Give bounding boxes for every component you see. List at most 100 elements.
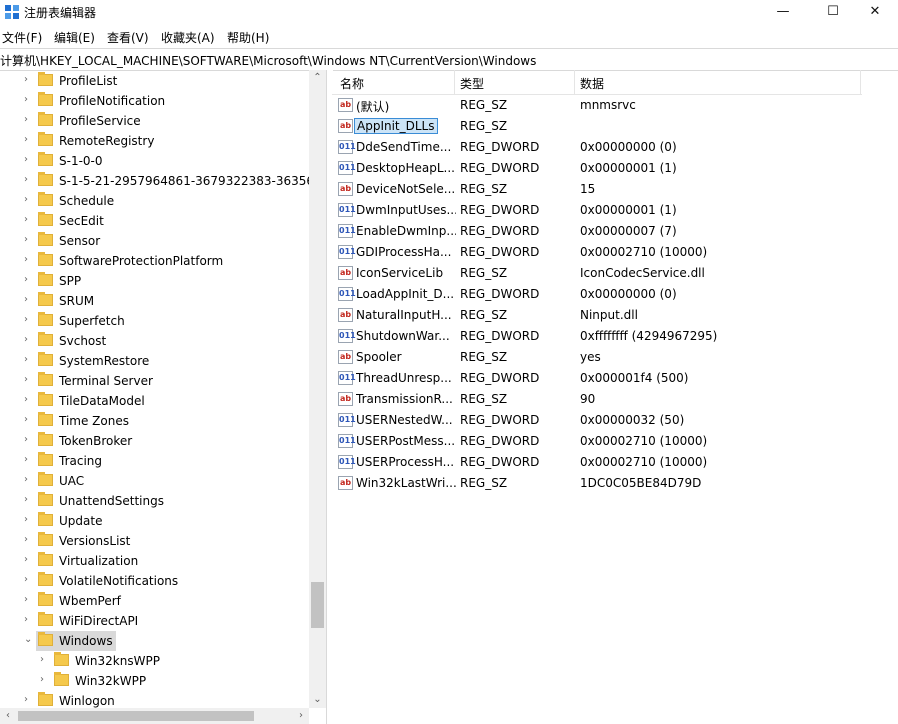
chevron-right-icon[interactable]: › bbox=[24, 594, 34, 606]
value-row[interactable]: 011 USERPostMess... REG_DWORD 0x00002710 (1… bbox=[332, 431, 898, 452]
value-row[interactable]: 011 USERNestedW... REG_DWORD 0x00000032 (50… bbox=[332, 410, 898, 431]
value-row[interactable]: ab (默认) REG_SZ mnmsrvc bbox=[332, 95, 898, 116]
chevron-right-icon[interactable]: › bbox=[24, 234, 34, 246]
tree-item[interactable]: › UnattendSettings bbox=[0, 491, 300, 511]
tree-item[interactable]: › VersionsList bbox=[0, 531, 300, 551]
value-row[interactable]: 011 USERProcessH... REG_DWORD 0x00002710 (1… bbox=[332, 452, 898, 473]
scroll-right-icon[interactable]: › bbox=[293, 708, 309, 724]
value-row[interactable]: 011 EnableDwmInp... REG_DWORD 0x00000007 (7… bbox=[332, 221, 898, 242]
chevron-right-icon[interactable]: › bbox=[24, 334, 34, 346]
chevron-right-icon[interactable]: › bbox=[24, 554, 34, 566]
scroll-left-icon[interactable]: ‹ bbox=[0, 708, 16, 724]
chevron-right-icon[interactable]: › bbox=[24, 214, 34, 226]
address-bar[interactable]: 计算机\HKEY_LOCAL_MACHINE\SOFTWARE\Microsof… bbox=[0, 48, 898, 71]
chevron-right-icon[interactable]: › bbox=[24, 374, 34, 386]
column-type-header[interactable]: 类型 bbox=[460, 75, 484, 92]
chevron-right-icon[interactable]: › bbox=[24, 614, 34, 626]
tree-vertical-scrollbar[interactable]: ⌃ ⌄ bbox=[309, 70, 326, 708]
value-row[interactable]: ab NaturalInputH... REG_SZ Ninput.dll bbox=[332, 305, 898, 326]
key-tree[interactable]: › ProfileList › ProfileNotification › Profile… bbox=[0, 70, 326, 724]
chevron-right-icon[interactable]: › bbox=[24, 154, 34, 166]
chevron-right-icon[interactable]: › bbox=[24, 394, 34, 406]
chevron-right-icon[interactable]: › bbox=[24, 414, 34, 426]
value-row[interactable]: ab AppInit_DLLs REG_SZ bbox=[332, 116, 898, 137]
chevron-right-icon[interactable]: › bbox=[24, 74, 34, 86]
chevron-right-icon[interactable]: › bbox=[40, 654, 50, 666]
tree-horizontal-scrollbar[interactable]: ‹ › bbox=[0, 708, 309, 724]
tree-item[interactable]: › Virtualization bbox=[0, 551, 300, 571]
chevron-right-icon[interactable]: › bbox=[24, 254, 34, 266]
tree-item[interactable]: › TokenBroker bbox=[0, 431, 300, 451]
tree-scroll-thumb[interactable] bbox=[311, 582, 324, 628]
value-row[interactable]: 011 DesktopHeapL... REG_DWORD 0x00000001 (1… bbox=[332, 158, 898, 179]
tree-item[interactable]: › SRUM bbox=[0, 291, 300, 311]
menu-view[interactable]: 查看(V) bbox=[107, 29, 149, 46]
menu-help[interactable]: 帮助(H) bbox=[227, 29, 269, 46]
tree-item[interactable]: › SystemRestore bbox=[0, 351, 300, 371]
chevron-right-icon[interactable]: › bbox=[24, 94, 34, 106]
tree-item[interactable]: › SecEdit bbox=[0, 211, 300, 231]
tree-item[interactable]: › Update bbox=[0, 511, 300, 531]
tree-item[interactable]: › ProfileList bbox=[0, 71, 300, 91]
tree-item[interactable]: › ProfileService bbox=[0, 111, 300, 131]
scroll-up-icon[interactable]: ⌃ bbox=[309, 70, 326, 86]
close-button[interactable]: ✕ bbox=[852, 0, 898, 24]
tree-item[interactable]: › Sensor bbox=[0, 231, 300, 251]
tree-item[interactable]: › WiFiDirectAPI bbox=[0, 611, 300, 631]
tree-item[interactable]: › UAC bbox=[0, 471, 300, 491]
chevron-right-icon[interactable]: › bbox=[24, 174, 34, 186]
tree-item[interactable]: › Win32knsWPP bbox=[0, 651, 300, 671]
chevron-right-icon[interactable]: › bbox=[24, 114, 34, 126]
tree-item[interactable]: › S-1-5-21-2957964861-3679322383-363561 bbox=[0, 171, 322, 191]
chevron-right-icon[interactable]: › bbox=[24, 354, 34, 366]
values-list[interactable]: 名称 类型 数据 ab (默认) REG_SZ mnmsrvc ab AppInit_DL… bbox=[332, 70, 898, 724]
tree-item[interactable]: › Time Zones bbox=[0, 411, 300, 431]
value-row[interactable]: 011 DdeSendTime... REG_DWORD 0x00000000 (0) bbox=[332, 137, 898, 158]
tree-hscroll-thumb[interactable] bbox=[18, 711, 254, 721]
chevron-right-icon[interactable]: › bbox=[24, 574, 34, 586]
tree-item[interactable]: › Svchost bbox=[0, 331, 300, 351]
tree-item[interactable]: › SPP bbox=[0, 271, 300, 291]
chevron-right-icon[interactable]: › bbox=[24, 434, 34, 446]
chevron-right-icon[interactable]: › bbox=[24, 534, 34, 546]
tree-item[interactable]: ⌄ Windows bbox=[24, 631, 116, 651]
scroll-down-icon[interactable]: ⌄ bbox=[309, 692, 326, 708]
tree-item[interactable]: › S-1-0-0 bbox=[0, 151, 300, 171]
menu-favorites[interactable]: 收藏夹(A) bbox=[161, 29, 215, 46]
value-row[interactable]: 011 DwmInputUses... REG_DWORD 0x00000001 (1… bbox=[332, 200, 898, 221]
tree-item[interactable]: › VolatileNotifications bbox=[0, 571, 300, 591]
chevron-right-icon[interactable]: › bbox=[24, 694, 34, 706]
chevron-right-icon[interactable]: › bbox=[24, 454, 34, 466]
chevron-down-icon[interactable]: ⌄ bbox=[24, 634, 34, 646]
chevron-right-icon[interactable]: › bbox=[24, 134, 34, 146]
value-row[interactable]: ab IconServiceLib REG_SZ IconCodecService.d… bbox=[332, 263, 898, 284]
chevron-right-icon[interactable]: › bbox=[24, 194, 34, 206]
tree-item[interactable]: › Tracing bbox=[0, 451, 300, 471]
chevron-right-icon[interactable]: › bbox=[24, 494, 34, 506]
chevron-right-icon[interactable]: › bbox=[24, 294, 34, 306]
chevron-right-icon[interactable]: › bbox=[24, 314, 34, 326]
tree-item[interactable]: › TileDataModel bbox=[0, 391, 300, 411]
value-row[interactable]: 011 LoadAppInit_D... REG_DWORD 0x00000000 (… bbox=[332, 284, 898, 305]
chevron-right-icon[interactable]: › bbox=[40, 674, 50, 686]
tree-item[interactable]: › WbemPerf bbox=[0, 591, 300, 611]
value-row[interactable]: 011 GDIProcessHa... REG_DWORD 0x00002710 (1… bbox=[332, 242, 898, 263]
value-row[interactable]: 011 ThreadUnresp... REG_DWORD 0x000001f4 (5… bbox=[332, 368, 898, 389]
tree-item[interactable]: › Win32kWPP bbox=[0, 671, 300, 691]
maximize-button[interactable]: ☐ bbox=[810, 0, 856, 24]
tree-item[interactable]: › Schedule bbox=[0, 191, 300, 211]
address-path[interactable]: 计算机\HKEY_LOCAL_MACHINE\SOFTWARE\Microsof… bbox=[0, 52, 536, 69]
tree-item[interactable]: › ProfileNotification bbox=[0, 91, 300, 111]
menu-file[interactable]: 文件(F) bbox=[2, 29, 42, 46]
tree-item[interactable]: › RemoteRegistry bbox=[0, 131, 300, 151]
value-row[interactable]: 011 ShutdownWar... REG_DWORD 0xffffffff (42… bbox=[332, 326, 898, 347]
value-row[interactable]: ab Win32kLastWri... REG_SZ 1DC0C05BE84D79D bbox=[332, 473, 898, 494]
value-row[interactable]: ab TransmissionR... REG_SZ 90 bbox=[332, 389, 898, 410]
column-name-header[interactable]: 名称 bbox=[340, 75, 364, 92]
minimize-button[interactable]: — bbox=[760, 0, 806, 24]
chevron-right-icon[interactable]: › bbox=[24, 474, 34, 486]
value-row[interactable]: ab DeviceNotSele... REG_SZ 15 bbox=[332, 179, 898, 200]
tree-item[interactable]: › SoftwareProtectionPlatform bbox=[0, 251, 300, 271]
column-data-header[interactable]: 数据 bbox=[580, 75, 604, 92]
tree-item[interactable]: › Superfetch bbox=[0, 311, 300, 331]
